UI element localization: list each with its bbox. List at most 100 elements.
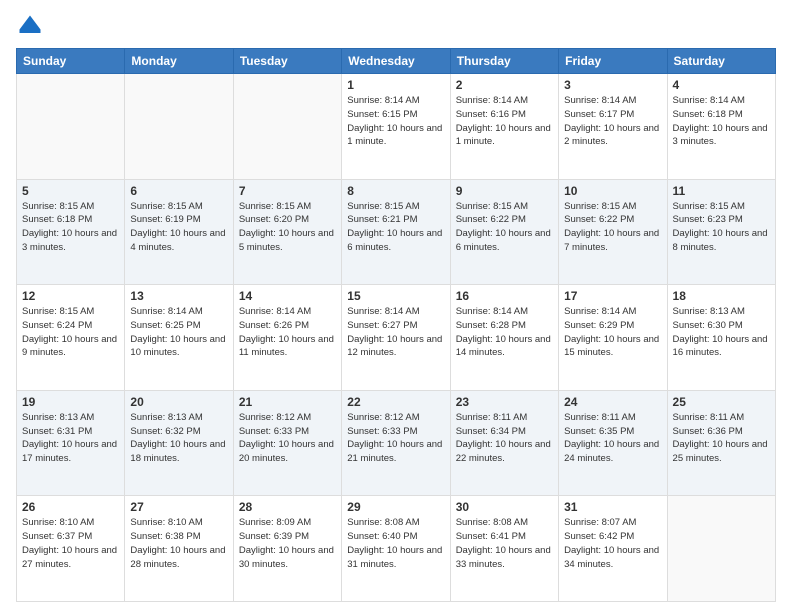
calendar-cell: 11 Sunrise: 8:15 AM Sunset: 6:23 PM Dayli…	[667, 179, 775, 285]
day-number: 16	[456, 289, 553, 303]
day-info: Sunrise: 8:14 AM Sunset: 6:16 PM Dayligh…	[456, 94, 553, 149]
day-info: Sunrise: 8:14 AM Sunset: 6:15 PM Dayligh…	[347, 94, 444, 149]
calendar-cell	[667, 496, 775, 602]
day-number: 26	[22, 500, 119, 514]
calendar-cell: 15 Sunrise: 8:14 AM Sunset: 6:27 PM Dayli…	[342, 285, 450, 391]
page: SundayMondayTuesdayWednesdayThursdayFrid…	[0, 0, 792, 612]
calendar-cell: 17 Sunrise: 8:14 AM Sunset: 6:29 PM Dayli…	[559, 285, 667, 391]
calendar-day-header: Thursday	[450, 49, 558, 74]
day-info: Sunrise: 8:15 AM Sunset: 6:24 PM Dayligh…	[22, 305, 119, 360]
day-info: Sunrise: 8:14 AM Sunset: 6:18 PM Dayligh…	[673, 94, 770, 149]
day-info: Sunrise: 8:12 AM Sunset: 6:33 PM Dayligh…	[239, 411, 336, 466]
day-number: 17	[564, 289, 661, 303]
logo	[16, 12, 48, 40]
calendar-cell: 1 Sunrise: 8:14 AM Sunset: 6:15 PM Daylig…	[342, 74, 450, 180]
calendar-week-row: 1 Sunrise: 8:14 AM Sunset: 6:15 PM Daylig…	[17, 74, 776, 180]
calendar-day-header: Sunday	[17, 49, 125, 74]
day-info: Sunrise: 8:14 AM Sunset: 6:17 PM Dayligh…	[564, 94, 661, 149]
day-number: 21	[239, 395, 336, 409]
header	[16, 12, 776, 40]
calendar-cell: 9 Sunrise: 8:15 AM Sunset: 6:22 PM Daylig…	[450, 179, 558, 285]
day-info: Sunrise: 8:14 AM Sunset: 6:29 PM Dayligh…	[564, 305, 661, 360]
day-info: Sunrise: 8:15 AM Sunset: 6:22 PM Dayligh…	[456, 200, 553, 255]
calendar-week-row: 19 Sunrise: 8:13 AM Sunset: 6:31 PM Dayli…	[17, 390, 776, 496]
calendar-cell: 21 Sunrise: 8:12 AM Sunset: 6:33 PM Dayli…	[233, 390, 341, 496]
calendar-week-row: 12 Sunrise: 8:15 AM Sunset: 6:24 PM Dayli…	[17, 285, 776, 391]
day-number: 9	[456, 184, 553, 198]
calendar-cell: 24 Sunrise: 8:11 AM Sunset: 6:35 PM Dayli…	[559, 390, 667, 496]
day-info: Sunrise: 8:12 AM Sunset: 6:33 PM Dayligh…	[347, 411, 444, 466]
day-info: Sunrise: 8:09 AM Sunset: 6:39 PM Dayligh…	[239, 516, 336, 571]
calendar-cell: 2 Sunrise: 8:14 AM Sunset: 6:16 PM Daylig…	[450, 74, 558, 180]
day-info: Sunrise: 8:13 AM Sunset: 6:31 PM Dayligh…	[22, 411, 119, 466]
day-number: 22	[347, 395, 444, 409]
day-number: 19	[22, 395, 119, 409]
day-info: Sunrise: 8:07 AM Sunset: 6:42 PM Dayligh…	[564, 516, 661, 571]
day-info: Sunrise: 8:11 AM Sunset: 6:36 PM Dayligh…	[673, 411, 770, 466]
calendar-cell: 8Sunrise: 8:15 AM Sunset: 6:21 PM Daylig…	[342, 179, 450, 285]
day-info: Sunrise: 8:14 AM Sunset: 6:26 PM Dayligh…	[239, 305, 336, 360]
calendar-cell: 12 Sunrise: 8:15 AM Sunset: 6:24 PM Dayli…	[17, 285, 125, 391]
calendar-cell	[233, 74, 341, 180]
day-number: 6	[130, 184, 227, 198]
day-info: Sunrise: 8:11 AM Sunset: 6:35 PM Dayligh…	[564, 411, 661, 466]
day-number: 2	[456, 78, 553, 92]
calendar-header-row: SundayMondayTuesdayWednesdayThursdayFrid…	[17, 49, 776, 74]
calendar-cell: 22 Sunrise: 8:12 AM Sunset: 6:33 PM Dayli…	[342, 390, 450, 496]
day-number: 1	[347, 78, 444, 92]
calendar-cell: 30 Sunrise: 8:08 AM Sunset: 6:41 PM Dayli…	[450, 496, 558, 602]
calendar-cell: 19 Sunrise: 8:13 AM Sunset: 6:31 PM Dayli…	[17, 390, 125, 496]
day-number: 5	[22, 184, 119, 198]
day-number: 11	[673, 184, 770, 198]
day-number: 18	[673, 289, 770, 303]
day-info: Sunrise: 8:08 AM Sunset: 6:41 PM Dayligh…	[456, 516, 553, 571]
calendar-cell	[125, 74, 233, 180]
calendar-cell: 26 Sunrise: 8:10 AM Sunset: 6:37 PM Dayli…	[17, 496, 125, 602]
day-number: 3	[564, 78, 661, 92]
day-info: Sunrise: 8:14 AM Sunset: 6:27 PM Dayligh…	[347, 305, 444, 360]
calendar-cell: 18 Sunrise: 8:13 AM Sunset: 6:30 PM Dayli…	[667, 285, 775, 391]
day-number: 31	[564, 500, 661, 514]
day-number: 15	[347, 289, 444, 303]
day-info: Sunrise: 8:14 AM Sunset: 6:25 PM Dayligh…	[130, 305, 227, 360]
calendar-cell: 6Sunrise: 8:15 AM Sunset: 6:19 PM Daylig…	[125, 179, 233, 285]
day-info: Sunrise: 8:10 AM Sunset: 6:38 PM Dayligh…	[130, 516, 227, 571]
calendar-cell: 7 Sunrise: 8:15 AM Sunset: 6:20 PM Daylig…	[233, 179, 341, 285]
day-number: 23	[456, 395, 553, 409]
calendar-week-row: 26 Sunrise: 8:10 AM Sunset: 6:37 PM Dayli…	[17, 496, 776, 602]
logo-icon	[16, 12, 44, 40]
day-info: Sunrise: 8:15 AM Sunset: 6:21 PM Dayligh…	[347, 200, 444, 255]
day-info: Sunrise: 8:15 AM Sunset: 6:23 PM Dayligh…	[673, 200, 770, 255]
calendar-table: SundayMondayTuesdayWednesdayThursdayFrid…	[16, 48, 776, 602]
calendar-cell: 16 Sunrise: 8:14 AM Sunset: 6:28 PM Dayli…	[450, 285, 558, 391]
day-number: 12	[22, 289, 119, 303]
calendar-day-header: Tuesday	[233, 49, 341, 74]
calendar-cell: 4Sunrise: 8:14 AM Sunset: 6:18 PM Daylig…	[667, 74, 775, 180]
day-number: 13	[130, 289, 227, 303]
day-info: Sunrise: 8:15 AM Sunset: 6:20 PM Dayligh…	[239, 200, 336, 255]
day-number: 25	[673, 395, 770, 409]
calendar-cell: 10 Sunrise: 8:15 AM Sunset: 6:22 PM Dayli…	[559, 179, 667, 285]
day-info: Sunrise: 8:15 AM Sunset: 6:22 PM Dayligh…	[564, 200, 661, 255]
calendar-cell: 29Sunrise: 8:08 AM Sunset: 6:40 PM Dayli…	[342, 496, 450, 602]
calendar-cell: 28 Sunrise: 8:09 AM Sunset: 6:39 PM Dayli…	[233, 496, 341, 602]
day-info: Sunrise: 8:14 AM Sunset: 6:28 PM Dayligh…	[456, 305, 553, 360]
day-info: Sunrise: 8:13 AM Sunset: 6:30 PM Dayligh…	[673, 305, 770, 360]
day-number: 24	[564, 395, 661, 409]
calendar-week-row: 5 Sunrise: 8:15 AM Sunset: 6:18 PM Daylig…	[17, 179, 776, 285]
day-number: 28	[239, 500, 336, 514]
day-number: 7	[239, 184, 336, 198]
day-number: 10	[564, 184, 661, 198]
day-info: Sunrise: 8:15 AM Sunset: 6:18 PM Dayligh…	[22, 200, 119, 255]
day-number: 30	[456, 500, 553, 514]
calendar-day-header: Saturday	[667, 49, 775, 74]
day-info: Sunrise: 8:08 AM Sunset: 6:40 PM Dayligh…	[347, 516, 444, 571]
day-info: Sunrise: 8:10 AM Sunset: 6:37 PM Dayligh…	[22, 516, 119, 571]
calendar-cell: 14Sunrise: 8:14 AM Sunset: 6:26 PM Dayli…	[233, 285, 341, 391]
day-number: 27	[130, 500, 227, 514]
calendar-cell: 3 Sunrise: 8:14 AM Sunset: 6:17 PM Daylig…	[559, 74, 667, 180]
calendar-cell: 20Sunrise: 8:13 AM Sunset: 6:32 PM Dayli…	[125, 390, 233, 496]
calendar-cell: 5 Sunrise: 8:15 AM Sunset: 6:18 PM Daylig…	[17, 179, 125, 285]
calendar-cell: 23Sunrise: 8:11 AM Sunset: 6:34 PM Dayli…	[450, 390, 558, 496]
calendar-cell: 27 Sunrise: 8:10 AM Sunset: 6:38 PM Dayli…	[125, 496, 233, 602]
